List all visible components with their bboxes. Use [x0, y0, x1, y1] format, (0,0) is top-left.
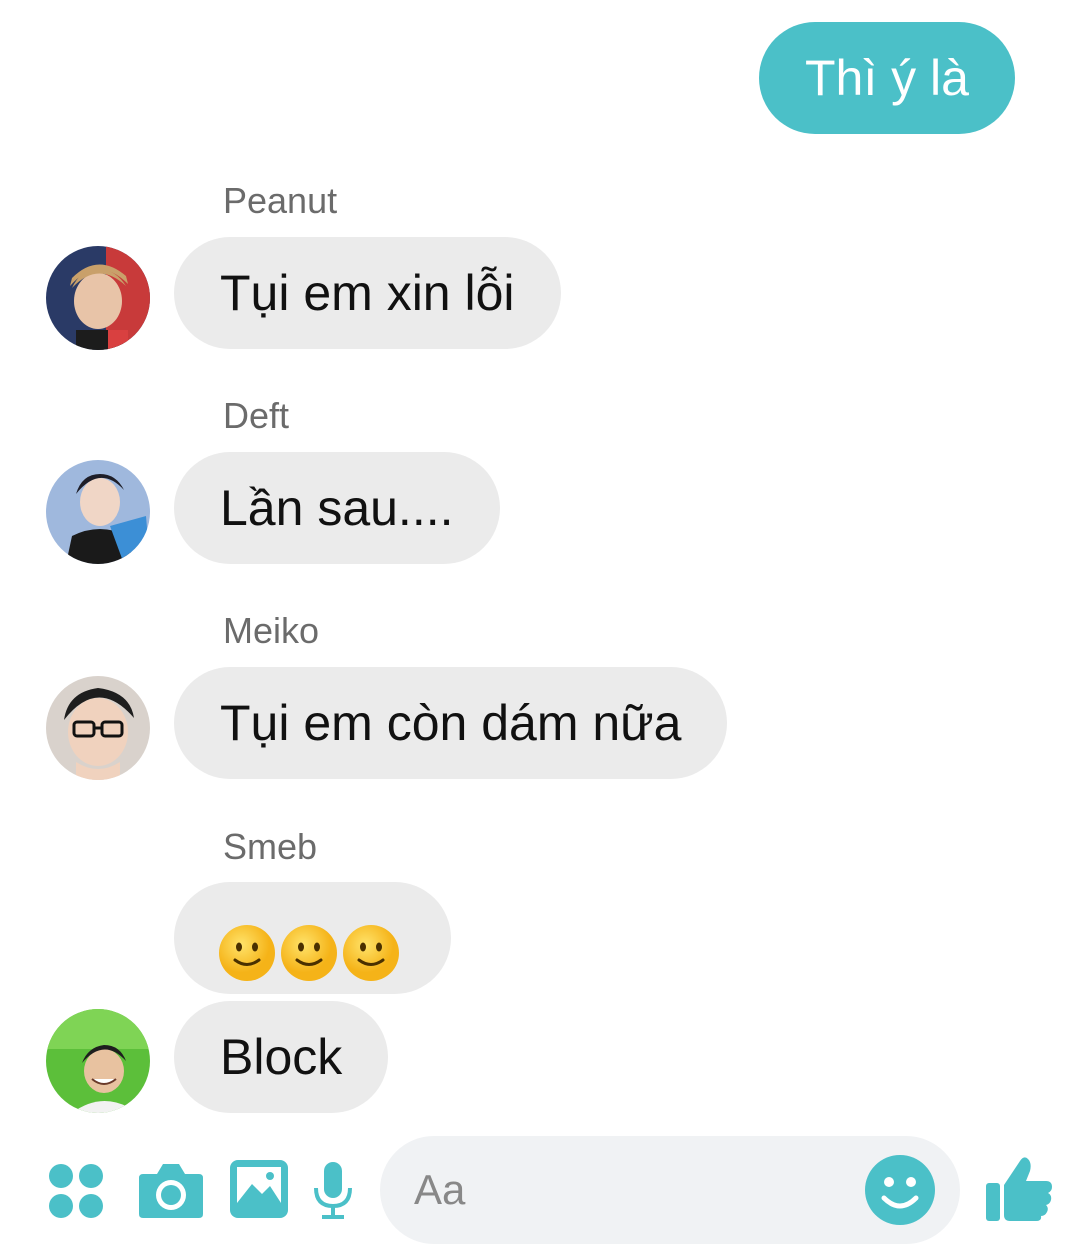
- message-bubble-smeb-emoji[interactable]: [174, 882, 451, 994]
- message-bubble-smeb-text[interactable]: Block: [174, 1001, 389, 1113]
- message-input-placeholder: Aa: [414, 1166, 466, 1213]
- avatar-peanut[interactable]: [46, 246, 150, 350]
- avatar-meiko[interactable]: [46, 676, 150, 780]
- avatar-deft[interactable]: [46, 460, 150, 564]
- sender-name-meiko: Meiko: [223, 610, 320, 651]
- message-bubble-peanut[interactable]: Tụi em xin lỗi: [174, 237, 561, 349]
- slightly-smiling-face-icon: [218, 909, 276, 981]
- sender-name-deft: Deft: [223, 395, 290, 436]
- outgoing-message-bubble[interactable]: Thì ý là: [759, 22, 1015, 134]
- slightly-smiling-face-icon: [342, 909, 400, 981]
- message-bubble-deft[interactable]: Lần sau....: [174, 452, 500, 564]
- image-icon[interactable]: [228, 1158, 290, 1220]
- avatar-smeb[interactable]: [46, 1009, 150, 1113]
- sender-name-peanut: Peanut: [223, 180, 338, 221]
- message-bubble-meiko[interactable]: Tụi em còn dám nữa: [174, 667, 728, 779]
- slightly-smiling-face-icon: [280, 909, 338, 981]
- microphone-icon[interactable]: [312, 1160, 354, 1220]
- apps-icon[interactable]: [48, 1163, 104, 1219]
- message-input[interactable]: Aa: [380, 1136, 960, 1244]
- emoji-icon[interactable]: [864, 1154, 936, 1226]
- camera-icon[interactable]: [137, 1160, 205, 1220]
- sender-name-smeb: Smeb: [223, 826, 318, 867]
- thumbs-up-icon[interactable]: [984, 1155, 1054, 1223]
